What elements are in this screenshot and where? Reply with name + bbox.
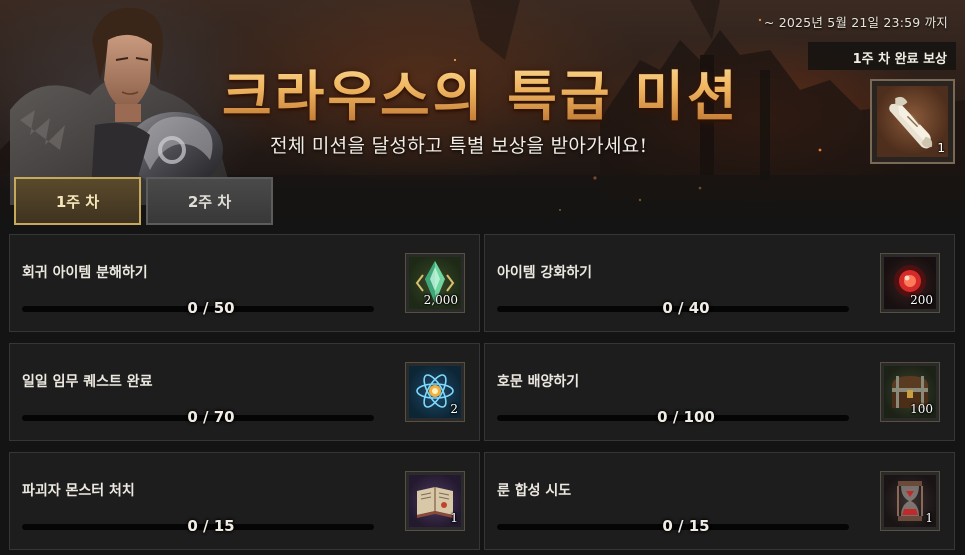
mission-progress-text: 0 / 40 [662, 299, 710, 317]
event-title: 크라우스의 특급 미션 [222, 52, 752, 131]
mission-reward-slot[interactable]: 200 [880, 253, 940, 313]
mission-reward-slot[interactable]: 2 [405, 362, 465, 422]
mission-card: 룬 합성 시도 0 / 15 1 [484, 452, 955, 550]
completion-reward-slot[interactable]: 1 [870, 79, 955, 164]
tab-week-2[interactable]: 2주 차 [146, 177, 273, 225]
mission-name: 일일 임무 퀘스트 완료 [22, 374, 153, 390]
mission-reward-quantity: 100 [910, 402, 933, 416]
mission-reward-quantity: 2,000 [423, 293, 458, 307]
event-banner: ~ 2025년 5월 21일 23:59 까지 1주 차 완료 보상 1 크라우… [0, 0, 965, 232]
mission-name: 호문 배양하기 [497, 374, 580, 390]
mission-card: 아이템 강화하기 0 / 40 200 [484, 234, 955, 332]
completion-reward-quantity: 1 [937, 141, 945, 155]
mission-progress-text: 0 / 70 [187, 408, 235, 426]
kraus-character-portrait [10, 7, 235, 205]
mission-progress-text: 0 / 15 [187, 517, 235, 535]
mission-progress-text: 0 / 100 [657, 408, 715, 426]
event-subtitle: 전체 미션을 달성하고 특별 보상을 받아가세요! [270, 135, 648, 157]
mission-name: 룬 합성 시도 [497, 483, 572, 499]
mission-card: 호문 배양하기 0 / 100 100 [484, 343, 955, 441]
mission-name: 회귀 아이템 분해하기 [22, 265, 148, 281]
mission-reward-quantity: 200 [910, 293, 933, 307]
mission-progress-text: 0 / 50 [187, 299, 235, 317]
mission-reward-quantity: 1 [925, 511, 933, 525]
mission-card: 일일 임무 퀘스트 완료 0 / 70 2 [9, 343, 480, 441]
mission-list: 회귀 아이템 분해하기 0 / 50 2,000 아이템 강화하기 0 / 40 [9, 234, 959, 555]
event-deadline: ~ 2025년 5월 21일 23:59 까지 [763, 15, 948, 30]
completion-reward-label: 1주 차 완료 보상 [808, 42, 956, 70]
mission-card: 회귀 아이템 분해하기 0 / 50 2,000 [9, 234, 480, 332]
mission-reward-slot[interactable]: 100 [880, 362, 940, 422]
tab-week-1[interactable]: 1주 차 [14, 177, 141, 225]
mission-reward-slot[interactable]: 1 [405, 471, 465, 531]
mission-reward-slot[interactable]: 2,000 [405, 253, 465, 313]
mission-name: 아이템 강화하기 [497, 265, 593, 281]
mission-reward-quantity: 2 [450, 402, 458, 416]
mission-reward-quantity: 1 [450, 511, 458, 525]
mission-reward-slot[interactable]: 1 [880, 471, 940, 531]
mission-card: 파괴자 몬스터 처치 0 / 15 1 [9, 452, 480, 550]
mission-name: 파괴자 몬스터 처치 [22, 483, 135, 499]
mission-progress-text: 0 / 15 [662, 517, 710, 535]
